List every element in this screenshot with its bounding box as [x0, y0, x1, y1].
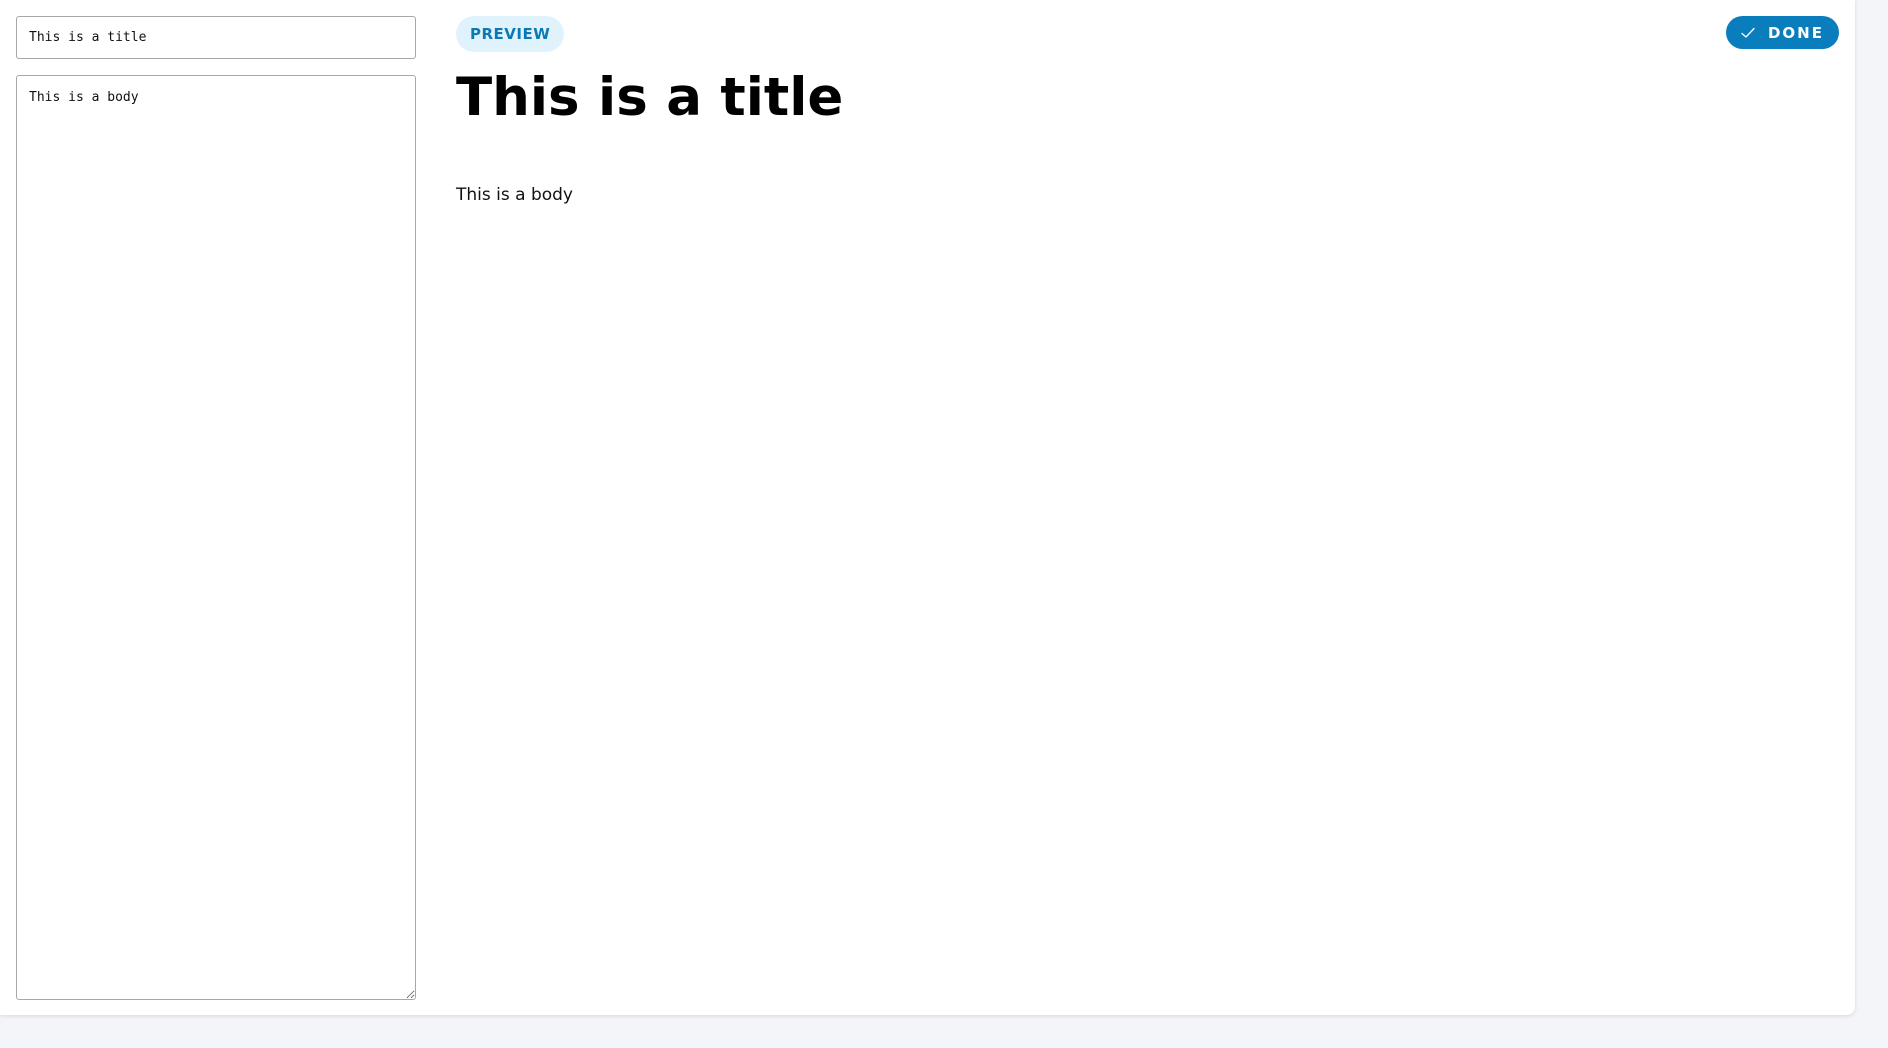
done-button[interactable]: DONE [1725, 16, 1839, 49]
preview-title: This is a title [456, 67, 844, 128]
preview-body: This is a body [456, 185, 573, 205]
preview-panel: PREVIEW This is a title This is a body [456, 16, 1815, 206]
preview-badge: PREVIEW [456, 16, 565, 52]
done-label: DONE [1767, 23, 1824, 42]
check-icon [1740, 25, 1756, 41]
editor-card: This is a body PREVIEW This is a title T… [0, 0, 1855, 1015]
title-input[interactable] [16, 16, 416, 59]
body-textarea[interactable]: This is a body [16, 75, 416, 1000]
editor-panel: This is a body [16, 16, 416, 1000]
